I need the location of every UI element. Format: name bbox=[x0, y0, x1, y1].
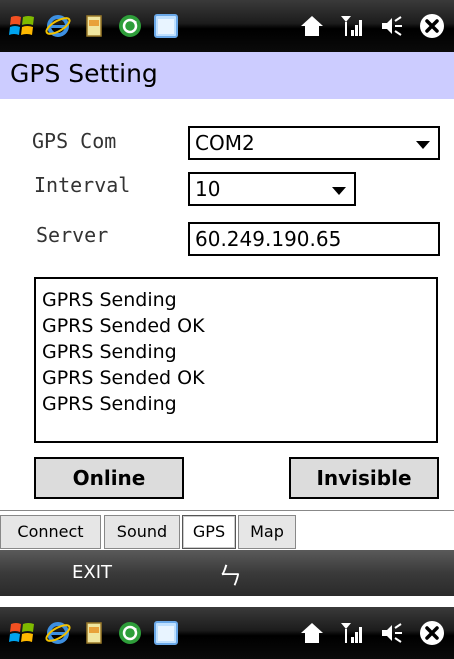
home-icon[interactable] bbox=[298, 619, 326, 647]
window-icon[interactable] bbox=[152, 619, 180, 647]
tab-gps[interactable]: GPS bbox=[182, 515, 236, 549]
signal-icon[interactable] bbox=[338, 619, 366, 647]
tab-connect[interactable]: Connect bbox=[0, 515, 101, 549]
chevron-down-icon[interactable] bbox=[332, 187, 346, 195]
log-box[interactable]: GPRS Sending GPRS Sended OK GPRS Sending… bbox=[34, 277, 438, 443]
invisible-button[interactable]: Invisible bbox=[289, 457, 439, 499]
divider bbox=[0, 596, 454, 607]
log-line: GPRS Sended OK bbox=[42, 315, 205, 337]
file-icon[interactable] bbox=[80, 12, 108, 40]
input-panel-softkey[interactable]: ㄣ bbox=[218, 556, 242, 591]
log-line: GPRS Sending bbox=[42, 341, 177, 363]
file-icon[interactable] bbox=[80, 619, 108, 647]
interval-label: Interval bbox=[34, 173, 131, 197]
server-label: Server bbox=[36, 223, 109, 247]
sync-icon[interactable] bbox=[116, 12, 144, 40]
softkey-bar: EXIT ㄣ bbox=[0, 550, 454, 596]
interval-dropdown[interactable]: 10 bbox=[188, 172, 356, 206]
tab-strip: Connect Sound GPS Map bbox=[0, 510, 454, 551]
volume-icon[interactable] bbox=[378, 12, 406, 40]
sync-icon[interactable] bbox=[116, 619, 144, 647]
tab-map[interactable]: Map bbox=[238, 515, 296, 549]
status-bar-top bbox=[0, 0, 454, 52]
online-button[interactable]: Online bbox=[34, 457, 184, 499]
internet-explorer-icon[interactable] bbox=[44, 619, 72, 647]
page-title: GPS Setting bbox=[10, 59, 158, 88]
window-icon[interactable] bbox=[152, 12, 180, 40]
log-line: GPRS Sended OK bbox=[42, 367, 205, 389]
title-bar: GPS Setting bbox=[0, 52, 454, 99]
server-input[interactable]: 60.249.190.65 bbox=[188, 222, 440, 256]
status-bar-bottom bbox=[0, 607, 454, 659]
gps-com-value: COM2 bbox=[195, 131, 255, 155]
server-value[interactable]: 60.249.190.65 bbox=[195, 227, 341, 251]
interval-value: 10 bbox=[195, 177, 221, 201]
gps-com-label: GPS Com bbox=[32, 129, 117, 153]
close-icon[interactable] bbox=[418, 12, 446, 40]
chevron-down-icon[interactable] bbox=[416, 141, 430, 149]
exit-softkey[interactable]: EXIT bbox=[72, 562, 112, 583]
log-line: GPRS Sending bbox=[42, 393, 177, 415]
signal-icon[interactable] bbox=[338, 12, 366, 40]
windows-start-icon[interactable] bbox=[8, 619, 36, 647]
home-icon[interactable] bbox=[298, 12, 326, 40]
internet-explorer-icon[interactable] bbox=[44, 12, 72, 40]
windows-start-icon[interactable] bbox=[8, 12, 36, 40]
log-line: GPRS Sending bbox=[42, 289, 177, 311]
close-icon[interactable] bbox=[418, 619, 446, 647]
volume-icon[interactable] bbox=[378, 619, 406, 647]
tab-sound[interactable]: Sound bbox=[104, 515, 180, 549]
gps-com-dropdown[interactable]: COM2 bbox=[188, 126, 440, 160]
